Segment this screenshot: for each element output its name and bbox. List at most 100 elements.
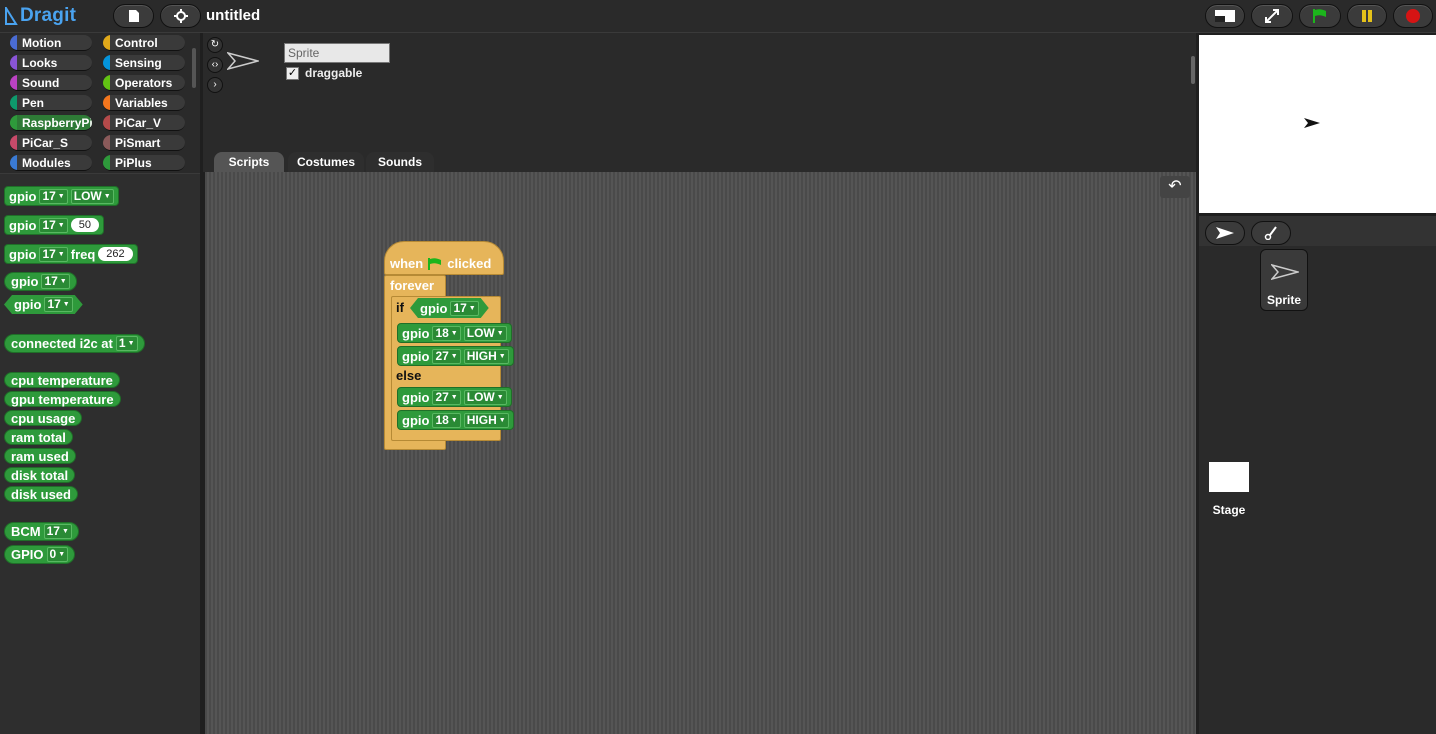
block-label: connected i2c at <box>11 336 113 351</box>
category-swatch <box>103 115 110 130</box>
stop-button[interactable] <box>1393 4 1433 28</box>
gpio-set-block[interactable]: gpio 18 ▼ HIGH ▼ <box>397 410 514 430</box>
ram-total-reporter[interactable]: ram total <box>4 429 73 445</box>
gpio-read-reporter[interactable]: gpio 17 ▼ <box>4 272 77 291</box>
freq-value-input[interactable]: 262 <box>98 247 133 261</box>
gpio-set-level-block[interactable]: gpio 17 ▼ LOW ▼ <box>4 186 119 206</box>
i2c-address-dropdown[interactable]: 1 ▼ <box>115 336 138 351</box>
dropdown-arrow-icon: ▼ <box>496 393 504 401</box>
gpio-pwm-block[interactable]: gpio 17 ▼ 50 <box>4 215 104 235</box>
category-swatch <box>10 55 17 70</box>
pin-dropdown[interactable]: 27 ▼ <box>432 348 461 364</box>
gpio-set-block[interactable]: gpio 27 ▼ LOW ▼ <box>397 387 512 407</box>
gpio-freq-block[interactable]: gpio 17 ▼ freq 262 <box>4 244 138 264</box>
category-label: RaspberryPi <box>22 116 92 130</box>
level-dropdown[interactable]: HIGH ▼ <box>463 348 509 364</box>
category-label: PiCar_S <box>22 136 69 150</box>
rotation-any-button[interactable]: ↻ <box>207 37 223 53</box>
draggable-checkbox[interactable]: ✓ <box>286 67 299 80</box>
scripting-area[interactable] <box>205 172 1196 734</box>
pin-dropdown[interactable]: 17 ▼ <box>39 246 68 262</box>
block-label: disk total <box>11 467 69 483</box>
level-dropdown[interactable]: LOW ▼ <box>463 389 507 405</box>
pin-dropdown[interactable]: 17 ▼ <box>39 217 68 233</box>
fullscreen-button[interactable] <box>1251 4 1293 28</box>
category-variables[interactable]: Variables <box>103 95 185 111</box>
settings-button[interactable] <box>160 4 201 28</box>
stage-corral-label: Stage <box>1212 503 1246 517</box>
logo[interactable]: Dragit <box>4 4 76 28</box>
pin-dropdown[interactable]: 27 ▼ <box>432 389 461 405</box>
i2c-connected-block[interactable]: connected i2c at 1 ▼ <box>4 334 145 353</box>
pin-dropdown[interactable]: 18 ▼ <box>432 325 461 341</box>
undo-button[interactable]: ↶ <box>1160 176 1190 198</box>
block-label: disk used <box>11 486 71 502</box>
paint-new-sprite-button[interactable] <box>1251 221 1291 245</box>
category-sensing[interactable]: Sensing <box>103 55 185 71</box>
gpu-temperature-reporter[interactable]: gpu temperature <box>4 391 121 407</box>
hat-label: when clicked <box>390 256 491 271</box>
pwm-value-input[interactable]: 50 <box>70 218 99 232</box>
green-flag-button[interactable] <box>1299 4 1341 28</box>
level-dropdown[interactable]: LOW ▼ <box>463 325 507 341</box>
pause-icon <box>1362 10 1372 22</box>
category-modules[interactable]: Modules <box>10 155 92 171</box>
category-label: Looks <box>22 56 58 70</box>
cpu-temperature-reporter[interactable]: cpu temperature <box>4 372 120 388</box>
gpio-predicate-block[interactable]: gpio 17 ▼ <box>4 295 83 314</box>
stop-icon <box>1406 9 1420 23</box>
pause-button[interactable] <box>1347 4 1387 28</box>
category-label: PiPlus <box>115 156 152 170</box>
dropdown-arrow-icon: ▼ <box>450 393 458 401</box>
new-turtle-sprite-button[interactable] <box>1205 221 1245 245</box>
disk-total-reporter[interactable]: disk total <box>4 467 76 483</box>
cpu-usage-reporter[interactable]: cpu usage <box>4 410 83 426</box>
pin-dropdown[interactable]: 17 ▼ <box>39 188 68 204</box>
category-raspberrypi[interactable]: RaspberryPi <box>10 115 92 131</box>
pin-dropdown[interactable]: 17 ▼ <box>450 301 478 316</box>
pin-dropdown[interactable]: 18 ▼ <box>432 412 461 428</box>
category-scrollbar[interactable] <box>192 48 196 88</box>
dropdown-value: 18 <box>435 412 449 427</box>
pin-dropdown[interactable]: 17 ▼ <box>44 297 72 312</box>
rotation-lr-button[interactable]: ‹› <box>207 57 223 73</box>
ram-used-reporter[interactable]: ram used <box>4 448 76 464</box>
level-dropdown[interactable]: LOW ▼ <box>70 188 114 204</box>
dropdown-value: LOW <box>466 389 495 404</box>
category-operators[interactable]: Operators <box>103 75 185 91</box>
gpio-number-reporter[interactable]: GPIO 0 ▼ <box>4 545 76 564</box>
category-picar-s[interactable]: PiCar_S <box>10 135 92 151</box>
bcm-reporter[interactable]: BCM 17 ▼ <box>4 522 79 541</box>
category-motion[interactable]: Motion <box>10 35 92 51</box>
logo-text: Dragit <box>20 5 77 26</box>
tab-sounds[interactable]: Sounds <box>366 152 434 172</box>
stage-sprite-arrow-icon[interactable] <box>1304 118 1320 128</box>
gpio-set-block[interactable]: gpio 18 ▼ LOW ▼ <box>397 323 512 343</box>
gpio-number-dropdown[interactable]: 0 ▼ <box>46 547 69 562</box>
category-looks[interactable]: Looks <box>10 55 92 71</box>
tab-costumes[interactable]: Costumes <box>288 152 364 172</box>
category-piplus[interactable]: PiPlus <box>103 155 185 171</box>
level-dropdown[interactable]: HIGH ▼ <box>463 412 509 428</box>
bcm-dropdown[interactable]: 17 ▼ <box>43 524 72 539</box>
sprite-bar-scrollbar[interactable] <box>1191 56 1195 84</box>
if-condition-gpio-predicate[interactable]: gpio 17 ▼ <box>410 298 489 318</box>
pin-dropdown[interactable]: 17 ▼ <box>41 274 70 289</box>
rotation-none-button[interactable]: › <box>207 77 223 93</box>
category-control[interactable]: Control <box>103 35 185 51</box>
category-pen[interactable]: Pen <box>10 95 92 111</box>
green-flag-icon <box>1313 9 1326 23</box>
stage-size-button[interactable] <box>1205 4 1245 28</box>
turtle-arrow-icon <box>1216 227 1234 239</box>
tab-scripts[interactable]: Scripts <box>214 152 284 172</box>
gpio-set-block[interactable]: gpio 27 ▼ HIGH ▼ <box>397 346 514 366</box>
dropdown-arrow-icon: ▼ <box>57 192 65 200</box>
category-sound[interactable]: Sound <box>10 75 92 91</box>
category-picar-v[interactable]: PiCar_V <box>103 115 185 131</box>
stage-corral-item[interactable] <box>1209 462 1249 492</box>
disk-used-reporter[interactable]: disk used <box>4 486 78 502</box>
block-label: gpio <box>420 300 448 316</box>
file-button[interactable] <box>113 4 154 28</box>
category-pismart[interactable]: PiSmart <box>103 135 185 151</box>
sprite-name-input[interactable]: Sprite <box>284 43 390 63</box>
